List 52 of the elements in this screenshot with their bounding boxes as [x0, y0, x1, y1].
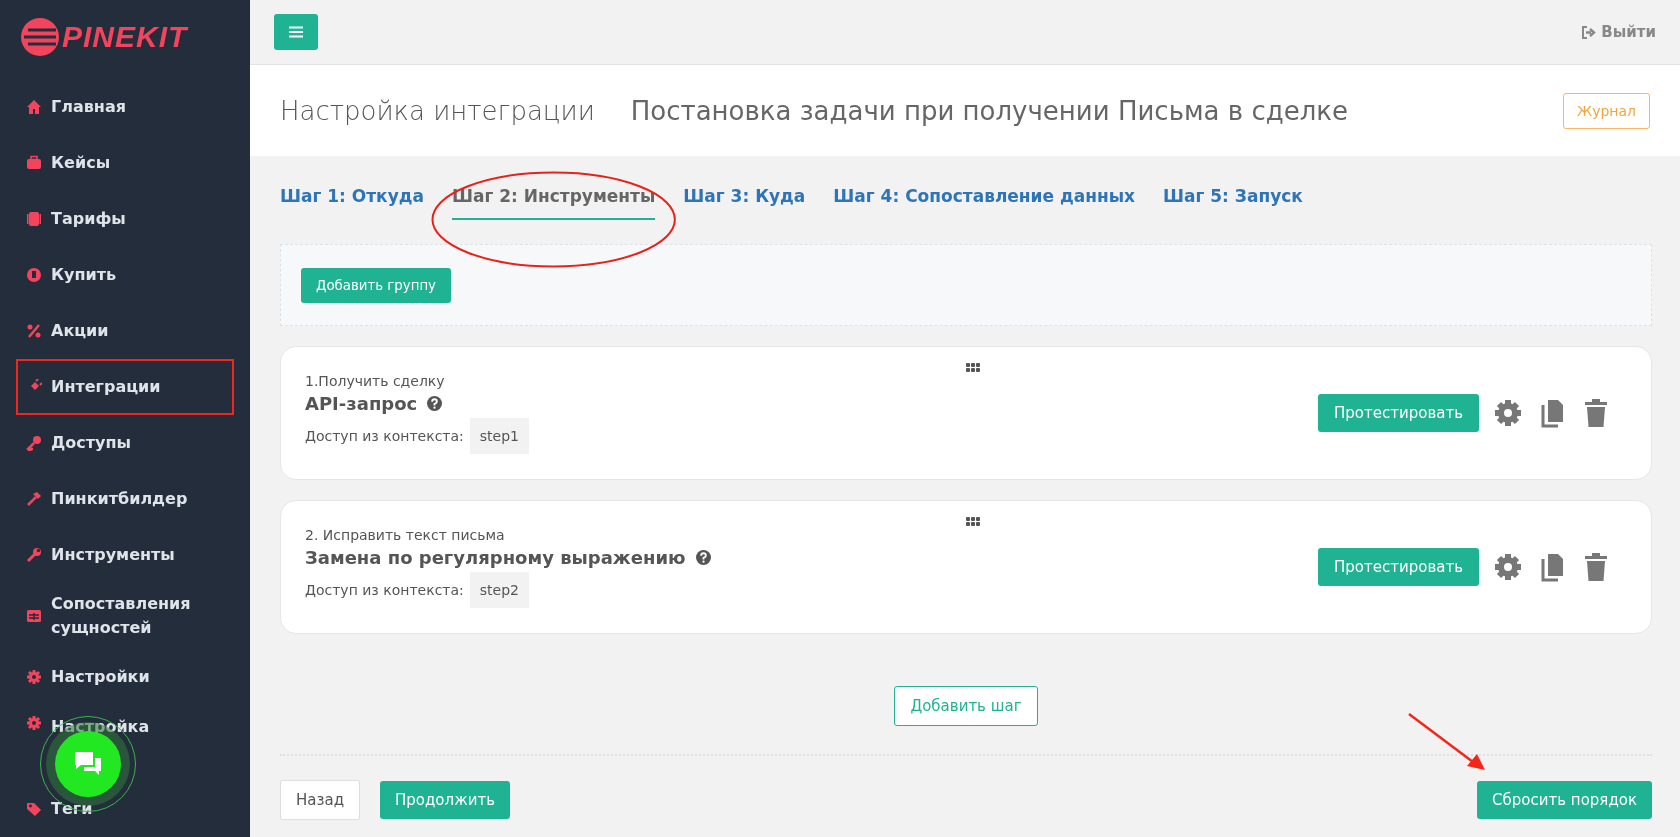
logout-icon	[1581, 25, 1597, 39]
sidebar-item[interactable]: Теги	[16, 781, 234, 837]
help-icon[interactable]	[427, 395, 443, 411]
step-caption: 2. Исправить текст письма	[305, 526, 506, 543]
sidebar-item[interactable]: Главная	[16, 79, 234, 135]
menu-icon	[289, 26, 303, 38]
page-title: Настройка интеграции	[280, 95, 595, 126]
step-tab[interactable]: Шаг 1: Откуда	[280, 186, 424, 220]
drag-handle-icon[interactable]	[966, 363, 980, 373]
menu-button[interactable]	[274, 14, 318, 50]
back-button[interactable]: Назад	[280, 780, 360, 820]
logo-icon	[20, 16, 60, 57]
step-title: Замена по регулярному выражению	[305, 546, 686, 568]
sidebar-item[interactable]: Сопоставления сущностей	[16, 583, 234, 649]
page-subtitle: Постановка задачи при получении Письма в сделке	[630, 95, 1349, 126]
sidebar-item[interactable]: Настройки	[16, 649, 234, 705]
menu-item-icon	[26, 211, 42, 227]
menu-item-icon	[26, 267, 42, 283]
menu-item-icon	[26, 435, 42, 451]
sidebar-item[interactable]: Пинкитбилдер	[16, 471, 234, 527]
menu-item-icon	[26, 715, 42, 731]
sidebar-item[interactable]: Интеграции	[16, 359, 234, 415]
menu-item-icon	[26, 801, 42, 817]
settings-icon[interactable]	[1493, 398, 1523, 428]
menu-item-icon	[26, 491, 42, 507]
chat-button[interactable]	[55, 731, 121, 797]
menu-item-icon	[26, 323, 42, 339]
menu-item-icon	[26, 547, 42, 563]
step-tab[interactable]: Шаг 4: Сопоставление данных	[833, 186, 1135, 220]
step-tab[interactable]: Шаг 3: Куда	[683, 186, 806, 220]
sidebar-item[interactable]: Настройка	[16, 705, 234, 781]
context-value: step1	[469, 417, 529, 454]
sidebar-item[interactable]: Тарифы	[16, 191, 234, 247]
context-label: Доступ из контекста:	[305, 427, 464, 444]
settings-icon[interactable]	[1493, 552, 1523, 582]
logo: PINEKIT	[62, 19, 188, 54]
menu-item-icon	[26, 608, 42, 624]
sidebar-item[interactable]: Купить	[16, 247, 234, 303]
sidebar-item[interactable]: Доступы	[16, 415, 234, 471]
help-icon[interactable]	[695, 549, 711, 565]
step-caption: 1.Получить сделку	[305, 372, 446, 389]
context-value: step2	[469, 571, 529, 608]
menu-item-icon	[26, 669, 42, 685]
menu-item-icon	[26, 155, 42, 171]
step-title: API-запрос	[305, 392, 418, 414]
menu-item-icon	[26, 99, 42, 115]
sidebar-item[interactable]: Инструменты	[16, 527, 234, 583]
step-tab[interactable]: Шаг 5: Запуск	[1163, 186, 1303, 220]
drag-handle-icon[interactable]	[966, 517, 980, 527]
sidebar-item[interactable]: Кейсы	[16, 135, 234, 191]
context-label: Доступ из контекста:	[305, 581, 464, 598]
sidebar-item[interactable]: Акции	[16, 303, 234, 359]
